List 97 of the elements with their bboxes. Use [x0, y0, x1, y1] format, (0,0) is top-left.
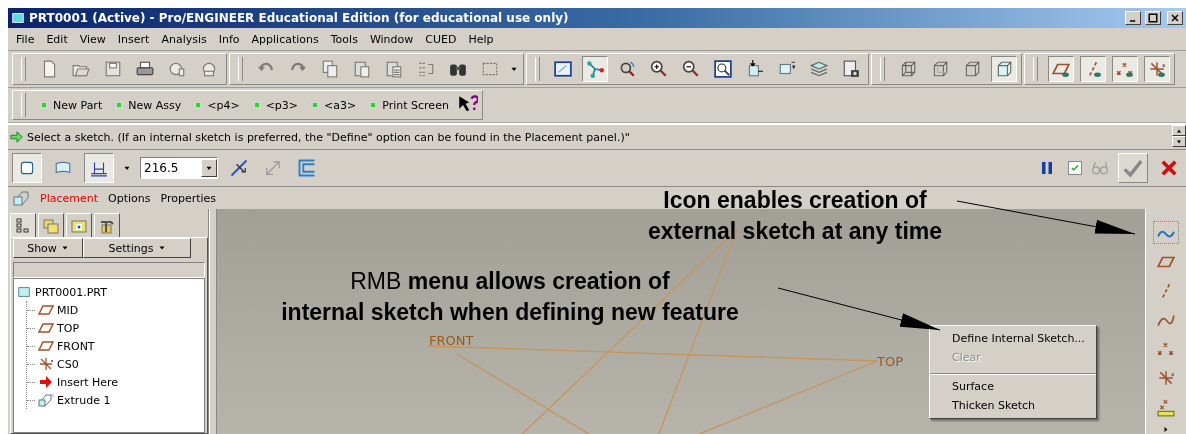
menu-item[interactable]: View — [73, 32, 112, 46]
annotation-text: Icon enables creation of — [662, 186, 928, 215]
panel-tab[interactable]: Properties — [160, 191, 217, 205]
quick-button[interactable]: New Assy — [111, 98, 185, 112]
analysis-icon[interactable] — [1157, 398, 1175, 417]
no-hidden-icon[interactable] — [963, 60, 981, 78]
tree-item[interactable]: MID — [57, 303, 79, 317]
model-tree-tab[interactable] — [10, 213, 36, 237]
quick-button[interactable]: <a3> — [307, 98, 360, 112]
print-icon[interactable] — [136, 60, 154, 78]
quick-button[interactable]: New Part — [36, 98, 106, 112]
menu-item[interactable]: Window — [363, 32, 420, 46]
square-icon — [368, 100, 379, 110]
menu-item[interactable]: Analysis — [155, 32, 213, 46]
depth-combo-box[interactable]: 216.5 — [140, 157, 218, 179]
datum-label: TOP — [877, 354, 903, 369]
square-icon — [310, 100, 321, 110]
dropdown-caret-icon — [60, 244, 69, 252]
placement-icon — [12, 190, 30, 206]
menu-item[interactable]: Insert — [111, 32, 156, 46]
dropdown-button[interactable]: Settings — [83, 238, 191, 258]
orient-icon[interactable] — [618, 60, 636, 78]
favorites-tab[interactable] — [66, 213, 92, 237]
submenu-caret-icon[interactable] — [1162, 425, 1170, 434]
copy-icon[interactable] — [321, 60, 339, 78]
tree-item[interactable]: FRONT — [57, 339, 95, 353]
menu-item[interactable]: Edit — [40, 32, 74, 46]
tools-tab[interactable] — [94, 213, 120, 237]
shaded-icon[interactable] — [995, 60, 1013, 78]
annotation-text: external sketch at any time — [647, 217, 943, 246]
message-arrow-icon — [10, 130, 24, 144]
menu-item[interactable]: Help — [462, 32, 500, 46]
message-text: Select a sketch. (If an internal sketch is preferred, the "Define" option can be found in the Placement panel.)" — [27, 130, 630, 144]
panel-splitter[interactable] — [209, 209, 217, 434]
flip-direction-icon[interactable] — [229, 158, 249, 178]
datum-label: FRONT — [429, 333, 474, 348]
zoom-out-icon[interactable] — [682, 60, 700, 78]
quick-button[interactable]: <p4> — [190, 98, 243, 112]
paste-icon[interactable] — [353, 60, 371, 78]
folder-tab[interactable] — [38, 213, 64, 237]
part-icon — [16, 285, 32, 299]
menu-item[interactable]: CUED — [419, 32, 463, 46]
square-icon — [114, 100, 125, 110]
context-menu-item[interactable]: Define Internal Sketch... — [930, 329, 1096, 348]
extrude-icon[interactable] — [35, 392, 57, 408]
cancel-icon[interactable] — [1159, 158, 1179, 178]
tree-item[interactable]: PRT0001.PRT — [35, 285, 107, 299]
coordinate-system-icon[interactable] — [1157, 369, 1175, 388]
thicken-icon[interactable] — [297, 158, 317, 178]
paste-special-icon[interactable] — [385, 60, 403, 78]
solid-icon[interactable] — [18, 159, 36, 177]
check-icon — [1070, 163, 1080, 173]
tree-icon — [15, 217, 31, 234]
coordinate-system-icon[interactable] — [1148, 60, 1166, 78]
window-title: PRT0001 (Active) - Pro/ENGINEER Educational Edition (for educational use only) — [29, 11, 569, 25]
tree-item[interactable]: Insert Here — [57, 375, 119, 389]
wireframe-icon[interactable] — [899, 60, 917, 78]
layers-icon[interactable] — [810, 60, 828, 78]
menu-item[interactable]: Applications — [245, 32, 325, 46]
annotation-text: RMB menu allows creation of — [349, 267, 671, 296]
tree-item[interactable]: CS0 — [57, 357, 79, 371]
folders-icon — [43, 217, 59, 234]
confirm-button[interactable] — [1118, 153, 1148, 183]
quick-button[interactable]: Print Screen — [365, 98, 452, 112]
tree-item[interactable]: TOP — [57, 321, 79, 335]
square-icon — [251, 100, 262, 110]
dropdown-caret-icon — [157, 244, 166, 252]
preview-checkbox[interactable] — [1068, 161, 1082, 175]
zoom-in-icon[interactable] — [650, 60, 668, 78]
square-icon — [193, 100, 204, 110]
dropdown-button[interactable]: Show — [13, 238, 83, 258]
model-display-icon[interactable] — [842, 60, 860, 78]
window-icon — [11, 11, 25, 25]
annotation-text: internal sketch when defining new feature — [280, 298, 740, 327]
context-menu-item[interactable]: Surface — [930, 373, 1096, 396]
menu-item[interactable]: File — [10, 32, 41, 46]
refit-icon[interactable] — [714, 60, 732, 78]
pause-icon[interactable] — [1039, 160, 1055, 176]
repaint-icon[interactable] — [554, 60, 572, 78]
datum-plane-icon[interactable] — [35, 338, 57, 354]
square-icon — [39, 100, 49, 110]
save-icon[interactable] — [104, 60, 122, 78]
quick-button[interactable]: <p3> — [248, 98, 302, 112]
selection-box-icon[interactable] — [481, 60, 499, 78]
tree-item[interactable]: Extrude 1 — [57, 393, 111, 407]
datum-plane-icon[interactable] — [35, 302, 57, 318]
depth-option-icon[interactable] — [90, 159, 108, 177]
spin-center-icon[interactable] — [586, 60, 604, 78]
menu-item[interactable]: Tools — [324, 32, 364, 46]
datum-point-icon[interactable] — [1116, 60, 1134, 78]
context-menu-item[interactable]: Thicken Sketch — [930, 396, 1096, 415]
menu-item[interactable]: Info — [212, 32, 246, 46]
reorient-icon[interactable] — [746, 60, 764, 78]
datum-plane-icon[interactable] — [35, 320, 57, 336]
panel-tab[interactable]: Options — [108, 191, 151, 205]
folder-icon — [71, 217, 87, 234]
hidden-line-icon[interactable] — [931, 60, 949, 78]
